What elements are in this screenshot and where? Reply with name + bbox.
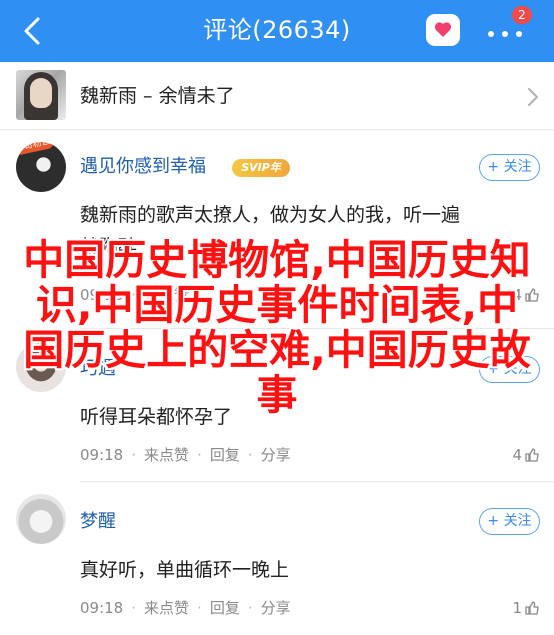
reply-link[interactable]: 回复 — [210, 599, 240, 617]
like-count: 4 — [512, 446, 522, 464]
comment-item: 传奇粉丝 遇见你感到幸福 SVIP年 + 关注 魏新雨的歌声太撩人，做为女人的我… — [0, 130, 554, 330]
more-icon-dot — [502, 31, 508, 37]
more-icon — [488, 31, 494, 37]
header-bar: 评论(26634) 2 — [0, 0, 554, 62]
svip-badge: SVIP年 — [232, 159, 290, 177]
comment-meta: 09:18 · 来点赞 · 回复 · 分享 — [80, 446, 291, 464]
follow-button[interactable]: + 关注 — [479, 154, 540, 181]
username[interactable]: 遇见你感到幸福 — [80, 155, 206, 179]
like-button[interactable]: 44 — [480, 285, 540, 305]
username[interactable]: 巧遇 — [80, 357, 116, 381]
username[interactable]: 梦醒 — [80, 510, 116, 534]
comment-text: 听得耳朵都怀孕了 — [80, 406, 233, 428]
avatar[interactable] — [16, 494, 66, 544]
like-count: 44 — [502, 286, 522, 304]
message-heart-icon — [434, 22, 452, 37]
thumbs-up-icon — [525, 288, 539, 302]
view-likes-link[interactable]: 来点赞 — [144, 446, 189, 464]
comment-item: 巧遇 + 关注 听得耳朵都怀孕了 09:18 · 来点赞 · 回复 · 分享 4 — [0, 330, 554, 482]
like-count: 1 — [512, 599, 522, 617]
follow-button[interactable]: + 关注 — [479, 356, 540, 383]
share-link[interactable]: 分享 — [261, 446, 291, 464]
comment-time: 09:18 — [80, 286, 124, 304]
comment-time: 09:18 — [80, 599, 124, 617]
avatar[interactable] — [16, 342, 66, 392]
avatar[interactable]: 传奇粉丝 — [16, 142, 66, 192]
view-likes-link[interactable]: 来点赞 — [144, 286, 189, 304]
like-button[interactable]: 1 — [480, 598, 540, 618]
like-button[interactable]: 4 — [480, 445, 540, 465]
notification-badge: 2 — [512, 6, 532, 24]
share-link[interactable]: 分享 — [261, 599, 291, 617]
thumbs-up-icon — [525, 601, 539, 615]
comment-meta: 09:18 · 来点赞 · 回复 · 分享 — [80, 599, 291, 617]
song-card[interactable]: 魏新雨 – 余情未了 — [0, 62, 554, 130]
comment-text-line2: 就陶醉 — [80, 236, 138, 258]
fan-badge: 传奇粉丝 — [16, 142, 55, 157]
thumbs-up-icon — [525, 448, 539, 462]
message-button[interactable] — [426, 14, 460, 46]
page-title: 评论(26634) — [203, 16, 351, 44]
chevron-right-icon — [528, 88, 538, 106]
divider — [80, 328, 554, 329]
more-icon-dot — [516, 31, 522, 37]
comment-meta: 09:18 · 来点赞 — [80, 286, 190, 304]
follow-button[interactable]: + 关注 — [479, 508, 540, 535]
comment-time: 09:18 — [80, 446, 124, 464]
song-title: 魏新雨 – 余情未了 — [80, 85, 235, 107]
comment-text-line1: 魏新雨的歌声太撩人，做为女人的我，听一遍 — [80, 204, 461, 226]
album-cover — [16, 70, 66, 120]
comment-text: 真好听，单曲循环一晚上 — [80, 559, 290, 581]
comments-screen: 评论(26634) 2 魏新雨 – 余情未了 传奇粉丝 遇见你感到幸福 SVIP… — [0, 0, 554, 635]
comment-item: 梦醒 + 关注 真好听，单曲循环一晚上 09:18 · 来点赞 · 回复 · 分享 1 — [0, 482, 554, 635]
reply-link[interactable]: 回复 — [210, 446, 240, 464]
view-likes-link[interactable]: 来点赞 — [144, 599, 189, 617]
